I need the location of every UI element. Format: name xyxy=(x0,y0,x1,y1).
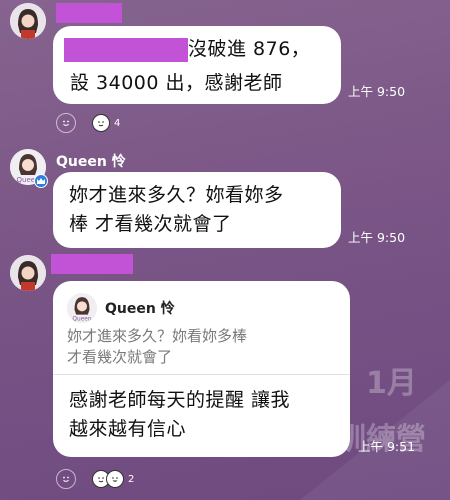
quoted-sender-name: Queen 怜 xyxy=(105,301,175,317)
redacted-sender-name xyxy=(56,3,122,23)
quoted-text: 妳才進來多久？妳看妳多棒 xyxy=(67,327,248,345)
reply-quote[interactable]: Queen Queen 怜 妳才進來多久？妳看妳多棒 才看幾次就會了 xyxy=(67,293,336,368)
reaction-count: 2 xyxy=(128,473,135,485)
quote-divider xyxy=(53,374,350,375)
girl-avatar-icon xyxy=(10,3,46,39)
message-timestamp: 上午 9:50 xyxy=(348,230,406,245)
message-timestamp: 上午 9:50 xyxy=(348,84,406,99)
crown-badge-icon xyxy=(34,174,48,188)
avatar[interactable] xyxy=(10,3,46,39)
svg-text:Queen: Queen xyxy=(72,317,91,323)
redacted-sender-name xyxy=(51,254,133,274)
message-text: 妳才進來多久？妳看妳多 xyxy=(69,184,284,206)
watermark-month: 1月 xyxy=(366,366,417,401)
message-text: 越來越有信心 xyxy=(69,418,187,440)
reaction-count: 4 xyxy=(114,117,121,129)
message-timestamp: 上午 9:51 xyxy=(358,439,416,454)
quoted-avatar: Queen xyxy=(67,293,97,323)
reaction-stickers[interactable] xyxy=(92,114,110,132)
message-bubble[interactable]: 妳才進來多久？妳看妳多 棒 才看幾次就會了 xyxy=(53,172,341,248)
message-text: 感謝老師每天的提醒 讓我 xyxy=(69,389,291,411)
thumbs-up-sticker-icon xyxy=(92,114,110,132)
message-text: 沒破進 876， xyxy=(188,38,311,60)
avatar[interactable] xyxy=(10,255,46,291)
girl-avatar-icon xyxy=(10,255,46,291)
reaction-stickers[interactable] xyxy=(92,470,124,488)
reaction-row: 4 xyxy=(56,113,120,133)
message-text: 棒 才看幾次就會了 xyxy=(69,213,232,235)
add-reaction-icon[interactable] xyxy=(56,469,76,489)
sender-name: Queen 怜 xyxy=(56,154,126,170)
message-bubble[interactable]: Queen Queen 怜 妳才進來多久？妳看妳多棒 才看幾次就會了 感謝老師每… xyxy=(53,281,350,457)
message-text: 設 34000 出，感謝老師 xyxy=(70,72,283,94)
laugh-sticker-icon xyxy=(106,470,124,488)
message-bubble[interactable]: 沒破進 876， 設 34000 出，感謝老師 xyxy=(53,26,341,104)
quoted-text: 才看幾次就會了 xyxy=(67,348,173,366)
add-reaction-icon[interactable] xyxy=(56,113,76,133)
reaction-row: 2 xyxy=(56,469,134,489)
queen-avatar-icon: Queen xyxy=(67,293,97,323)
redacted-text xyxy=(64,38,188,62)
